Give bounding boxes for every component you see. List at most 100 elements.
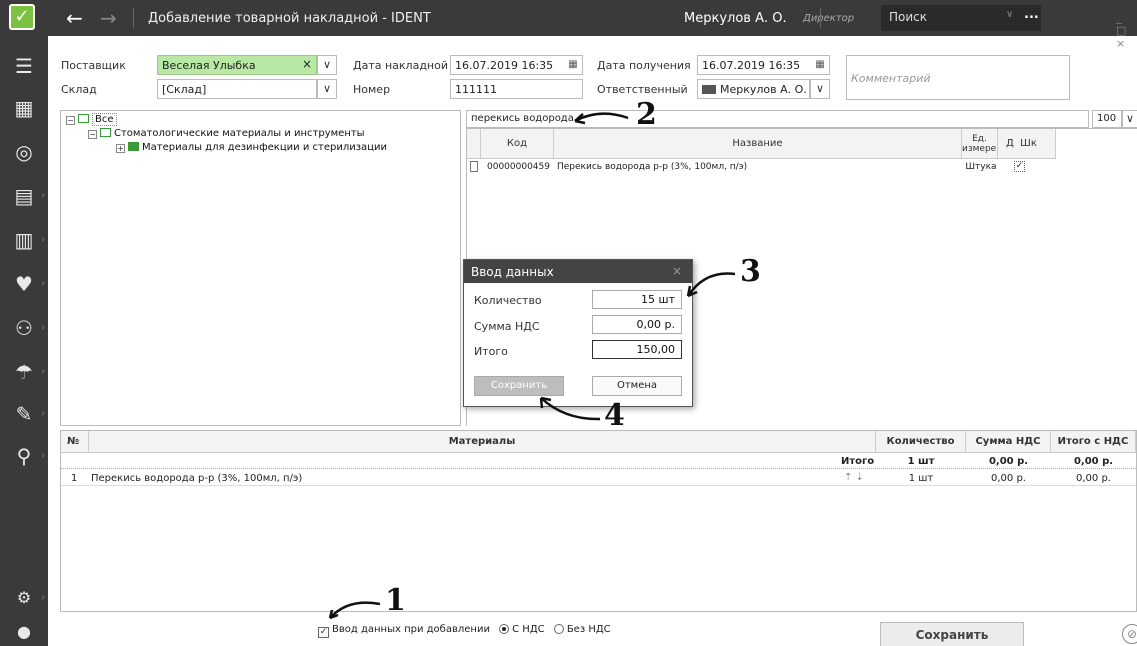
- responsible-label: Ответственный: [597, 83, 688, 96]
- user-separator: [820, 8, 821, 28]
- responsible-color-swatch: [702, 85, 716, 94]
- qty-input[interactable]: 15 шт: [592, 290, 682, 309]
- dialog-save-button[interactable]: Сохранить: [474, 376, 564, 396]
- category-tree: − Все − Стоматологические материалы и инст…: [60, 110, 461, 426]
- grid-col-num[interactable]: №: [61, 431, 89, 453]
- col-code[interactable]: Код: [481, 129, 554, 159]
- grid-row-name: Перекись водорода р-р (3%, 100мл, п/э): [91, 473, 303, 484]
- col-unit[interactable]: Ед. измерения: [962, 129, 998, 159]
- person-icon[interactable]: ●: [0, 614, 48, 646]
- collapse-icon[interactable]: −: [66, 116, 75, 125]
- cancel-circle-icon[interactable]: ⊘: [1122, 624, 1137, 644]
- grid-col-total[interactable]: Итого с НДС: [1051, 431, 1136, 453]
- folder-open-icon: [100, 128, 111, 137]
- totals-total: 0,00 р.: [1073, 456, 1114, 467]
- umbrella-icon[interactable]: ☂ ›: [0, 354, 48, 390]
- without-vat-radio[interactable]: [553, 624, 564, 634]
- invoice-date-calendar-icon[interactable]: ▦: [564, 55, 582, 75]
- move-arrows-icon[interactable]: ⇡ ⇣: [844, 472, 864, 483]
- dialog-close-icon[interactable]: ×: [672, 264, 682, 278]
- receive-date-calendar-icon[interactable]: ▦: [811, 55, 829, 75]
- warehouse-field[interactable]: [Склад]: [157, 79, 317, 99]
- dialog-title: Ввод данных: [464, 260, 692, 283]
- totals-qty: 1 шт: [907, 456, 935, 467]
- data-entry-dialog: Ввод данных × Количество 15 шт Сумма НДС…: [463, 259, 693, 407]
- chart-icon[interactable]: ▥ ›: [0, 222, 48, 258]
- page-size-dropdown-icon[interactable]: ∨: [1122, 110, 1137, 128]
- current-user-role: Директор: [803, 13, 855, 24]
- patients-icon[interactable]: ◎: [0, 134, 48, 170]
- totals-vat: 0,00 р.: [988, 456, 1029, 467]
- annotation-number-2: 2: [636, 97, 657, 132]
- tree-item-disinfection[interactable]: + Материалы для дезинфекции и стерилизаци…: [116, 142, 387, 153]
- forward-arrow-icon[interactable]: →: [100, 6, 117, 30]
- grid-row-qty: 1 шт: [908, 473, 934, 484]
- app-logo-check-icon[interactable]: ✓: [9, 4, 35, 30]
- grid-totals-row: Итого 1 шт 0,00 р. 0,00 р.: [61, 453, 1136, 469]
- total-input[interactable]: 150,00: [592, 340, 682, 359]
- number-field[interactable]: 111111: [450, 79, 583, 99]
- row-checkbox[interactable]: ✓: [1014, 161, 1025, 172]
- grid-col-materials[interactable]: Материалы: [89, 431, 876, 453]
- totals-label: Итого: [841, 456, 875, 467]
- syringe-icon[interactable]: ✎ ›: [0, 396, 48, 432]
- col-icon: [467, 129, 481, 159]
- settings-icon[interactable]: ⚙ ›: [0, 580, 48, 616]
- col-name[interactable]: Название: [554, 129, 962, 159]
- left-sidebar: ✓ ☰ ▦ ◎ ▤ › ▥ › ♥ › ⚇ › ☂ › ✎ › ⚲ › ⚙ › ●: [0, 0, 48, 646]
- supplier-field[interactable]: Веселая Улыбка ×: [157, 55, 317, 75]
- dialog-cancel-button[interactable]: Отмена: [592, 376, 682, 396]
- comment-field[interactable]: Комментарий: [846, 55, 1070, 100]
- grid-col-qty[interactable]: Количество: [876, 431, 966, 453]
- tree-item-label: Стоматологические материалы и инструмент…: [114, 128, 365, 139]
- list-icon[interactable]: ☰: [0, 48, 48, 84]
- tree-item-root[interactable]: − Все: [66, 113, 117, 126]
- supplier-value: Веселая Улыбка: [162, 59, 256, 72]
- supplier-dropdown-icon[interactable]: ∨: [317, 55, 337, 75]
- warehouse-dropdown-icon[interactable]: ∨: [317, 79, 337, 99]
- tree-root-label: Все: [92, 113, 117, 126]
- save-button[interactable]: Сохранить: [880, 622, 1024, 646]
- expand-icon[interactable]: +: [116, 144, 125, 153]
- annotation-number-1: 1: [385, 583, 406, 618]
- invoice-date-label: Дата накладной: [353, 59, 449, 72]
- grid-row-total: 0,00 р.: [1076, 473, 1111, 484]
- supplier-clear-icon[interactable]: ×: [302, 57, 312, 71]
- tree-item-label: Материалы для дезинфекции и стерилизации: [142, 142, 387, 153]
- warehouse-label: Склад: [61, 83, 97, 96]
- global-search-input[interactable]: Поиск: [881, 5, 1041, 31]
- responsible-dropdown-icon[interactable]: ∨: [810, 79, 830, 99]
- back-arrow-icon[interactable]: ←: [66, 6, 83, 30]
- tree-item-dental[interactable]: − Стоматологические материалы и инструмен…: [88, 128, 365, 139]
- search-more-button[interactable]: ...: [1024, 7, 1039, 22]
- page-size-field[interactable]: 100: [1092, 110, 1122, 128]
- qty-label: Количество: [474, 294, 542, 307]
- col-d: Д: [1006, 138, 1014, 149]
- collapse-icon[interactable]: −: [88, 130, 97, 139]
- invoice-items-grid: № Материалы Количество Сумма НДС Итого с…: [60, 430, 1137, 612]
- material-search-input[interactable]: перекись водорода: [466, 110, 1089, 128]
- current-user-name[interactable]: Меркулов А. О.: [684, 11, 787, 26]
- grid-col-vat[interactable]: Сумма НДС: [966, 431, 1051, 453]
- with-vat-label: С НДС: [512, 624, 545, 635]
- title-separator: [133, 8, 134, 28]
- row-name: Перекись водорода р-р (3%, 100мл, п/э): [557, 162, 748, 172]
- calculator-icon[interactable]: ▤ ›: [0, 178, 48, 214]
- window-controls[interactable]: _ □ ×: [1116, 11, 1137, 50]
- responsible-field[interactable]: Меркулов А. О.: [697, 79, 810, 99]
- table-row[interactable]: 00000000459 Перекись водорода р-р (3%, 1…: [467, 160, 1056, 175]
- document-icon: [470, 161, 478, 172]
- number-label: Номер: [353, 83, 391, 96]
- search-dropdown-icon[interactable]: ∨: [1006, 9, 1013, 20]
- input-on-add-checkbox[interactable]: ✓: [318, 627, 329, 638]
- col-d-barcode[interactable]: Д Шк: [998, 129, 1056, 159]
- calendar-icon[interactable]: ▦: [0, 90, 48, 126]
- supplier-label: Поставщик: [61, 59, 126, 72]
- user-search-icon[interactable]: ⚲ ›: [0, 438, 48, 474]
- people-icon[interactable]: ⚇ ›: [0, 310, 48, 346]
- vat-input[interactable]: 0,00 р.: [592, 315, 682, 334]
- table-row[interactable]: 1 Перекись водорода р-р (3%, 100мл, п/э)…: [61, 470, 1136, 486]
- tooth-icon[interactable]: ♥ ›: [0, 266, 48, 302]
- footer-options: ✓ Ввод данных при добавлении С НДС Без НД…: [318, 624, 611, 638]
- with-vat-radio[interactable]: [499, 624, 510, 634]
